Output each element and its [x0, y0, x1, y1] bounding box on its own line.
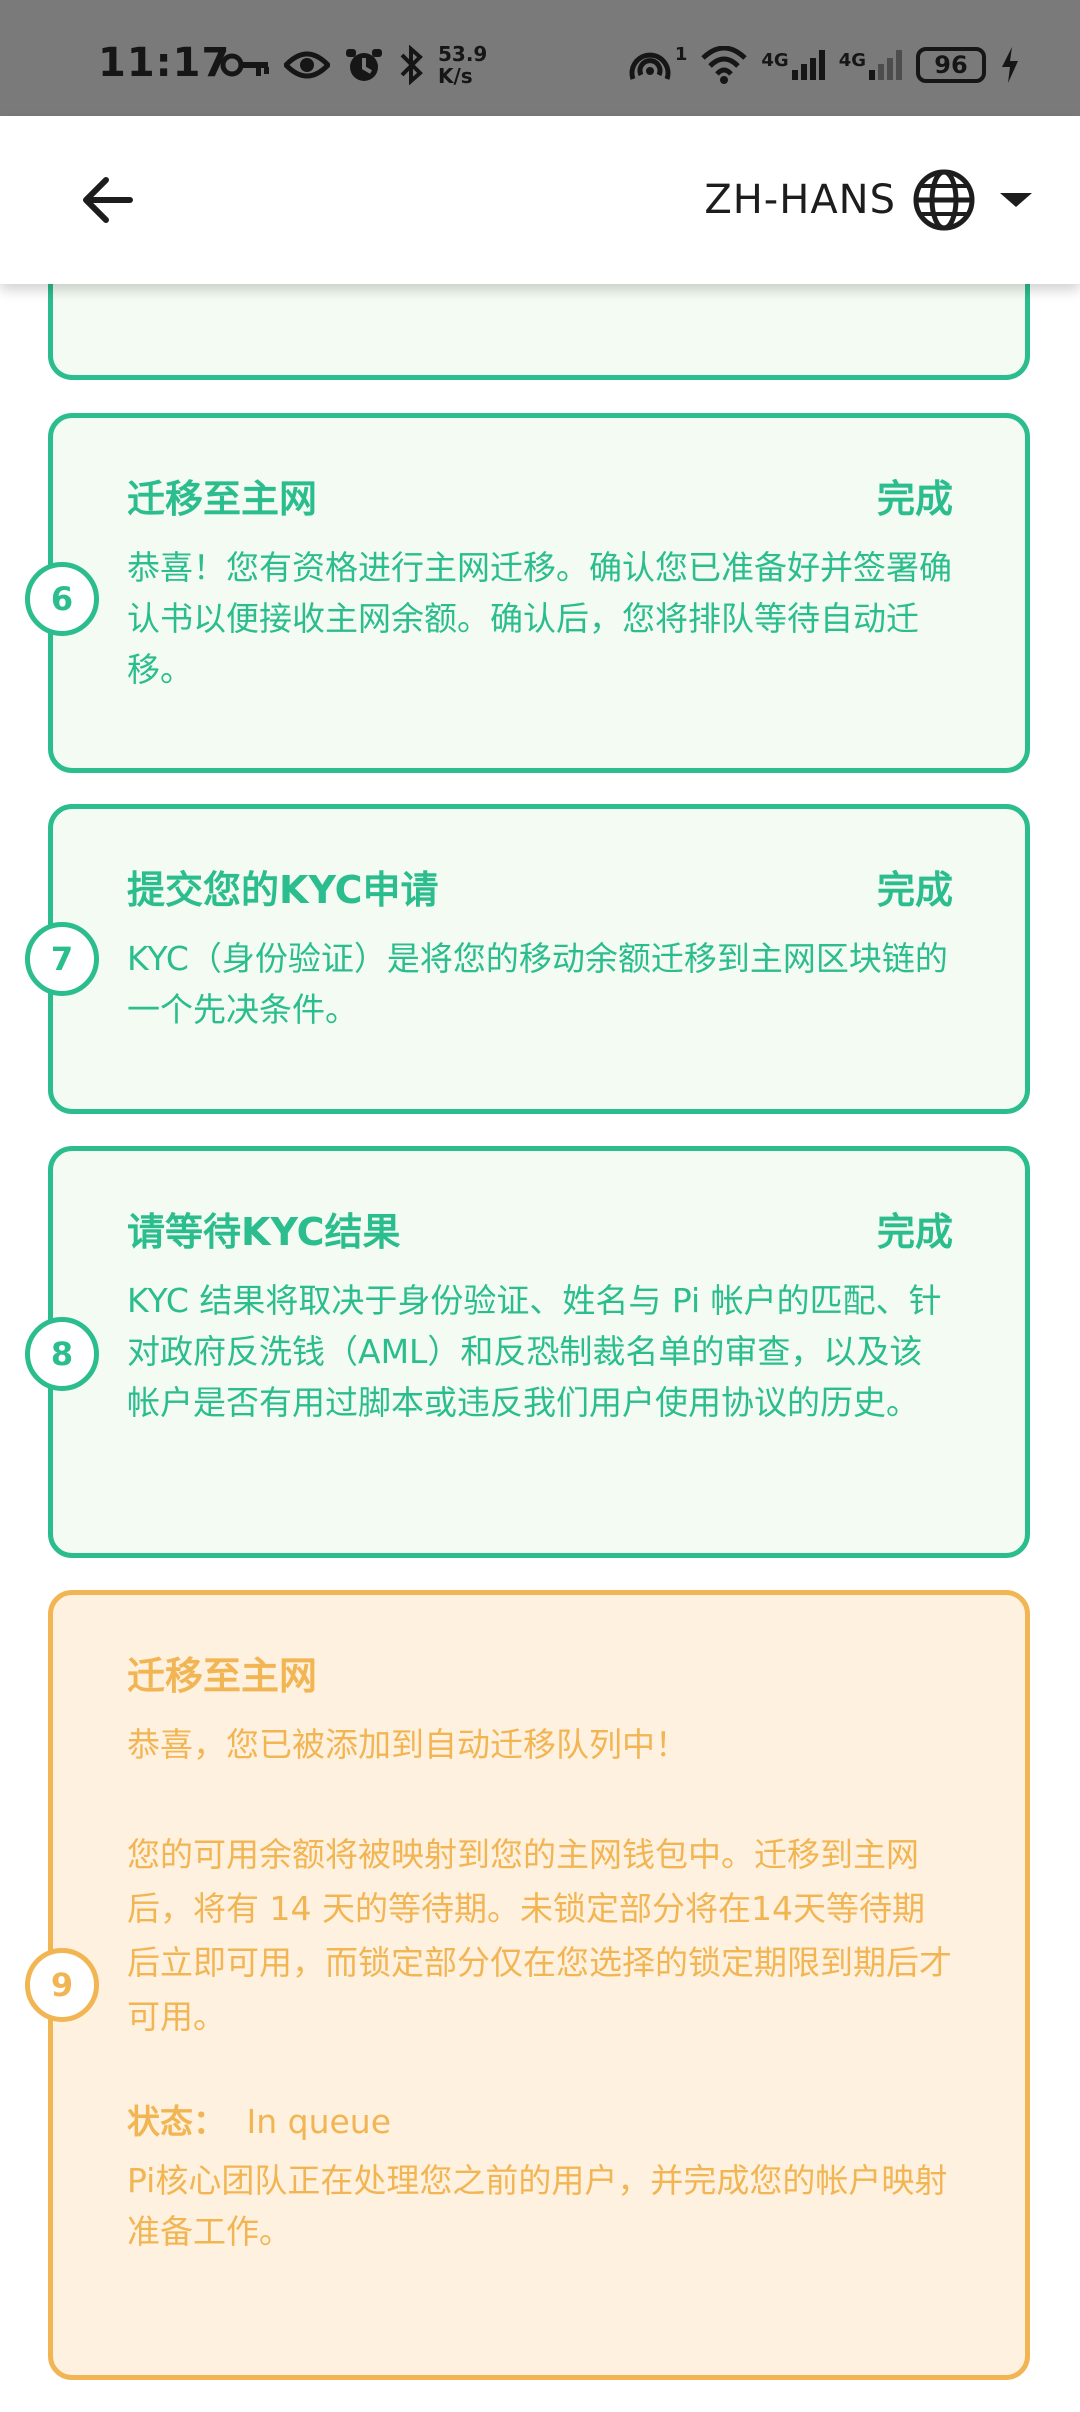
key-icon	[220, 53, 269, 77]
wifi-icon	[701, 46, 748, 84]
step-number-8: 8	[25, 1317, 99, 1391]
step-card-6: 6 迁移至主网 完成 恭喜！您有资格进行主网迁移。确认您已准备好并签署确认书以便…	[25, 413, 1030, 773]
queue-status: 状态： In queue	[127, 2095, 955, 2143]
step-description: 恭喜！您有资格进行主网迁移。确认您已准备好并签署确认书以便接收主网余额。确认后，…	[127, 548, 952, 689]
step-description-3: Pi核心团队正在处理您之前的用户，并完成您的帐户映射准备工作。	[127, 2161, 948, 2251]
chevron-down-icon	[1000, 193, 1032, 207]
step-number-7: 7	[25, 922, 99, 996]
step-card-7: 7 提交您的KYC申请 完成 KYC（身份验证）是将您的移动余额迁移到主网区块链…	[25, 804, 1030, 1114]
step-description: KYC（身份验证）是将您的移动余额迁移到主网区块链的一个先决条件。	[127, 939, 948, 1029]
alarm-icon	[346, 49, 382, 81]
step-status: 完成	[876, 1210, 953, 1254]
step-description-2: 您的可用余额将被映射到您的主网钱包中。迁移到主网后，将有 14 天的等待期。未锁…	[127, 1835, 952, 2036]
step-description: KYC 结果将取决于身份验证、姓名与 Pi 帐户的匹配、针对政府反洗钱（AML）…	[127, 1281, 942, 1422]
network-speed: 53.9 K/s	[438, 42, 488, 88]
globe-icon	[913, 169, 975, 231]
step-status: 完成	[876, 477, 953, 521]
step-card-8: 8 请等待KYC结果 完成 KYC 结果将取决于身份验证、姓名与 Pi 帐户的匹…	[25, 1146, 1030, 1558]
step-card-9: 9 迁移至主网 恭喜，您已被添加到自动迁移队列中！ 您的可用余额将被映射到您的主…	[25, 1590, 1030, 2380]
step-title: 提交您的KYC申请	[127, 868, 439, 912]
status-icons-right: 1 4G 4G 96	[627, 42, 1020, 88]
step-title: 请等待KYC结果	[127, 1210, 401, 1254]
app-bar: ZH-HANS	[0, 116, 1080, 284]
step-number-6: 6	[25, 562, 99, 636]
language-selector[interactable]: ZH-HANS	[704, 168, 1032, 232]
step-description-1: 恭喜，您已被添加到自动迁移队列中！	[127, 1725, 688, 1764]
step-status: 完成	[876, 868, 953, 912]
battery-icon: 96	[916, 47, 986, 83]
back-arrow-icon[interactable]	[76, 168, 140, 232]
status-icons-left: 53.9 K/s	[220, 40, 487, 90]
signal-1: 4G	[761, 50, 825, 80]
clock: 11:17	[98, 40, 231, 86]
status-label: 状态：	[127, 2102, 226, 2141]
hotspot-count: 1	[674, 43, 688, 65]
step-number-9: 9	[25, 1948, 99, 2022]
status-bar: 11:17 53.9 K/s 1 4G 4G 96	[0, 0, 1080, 116]
eye-icon	[284, 51, 330, 79]
step-title: 迁移至主网	[127, 477, 318, 521]
language-label: ZH-HANS	[704, 177, 896, 223]
signal-2: 4G	[839, 50, 902, 80]
charging-icon	[1002, 47, 1018, 83]
status-value: In queue	[246, 2102, 392, 2141]
hotspot-icon	[629, 52, 671, 80]
bluetooth-icon	[400, 45, 423, 85]
step-title: 迁移至主网	[127, 1654, 318, 1698]
